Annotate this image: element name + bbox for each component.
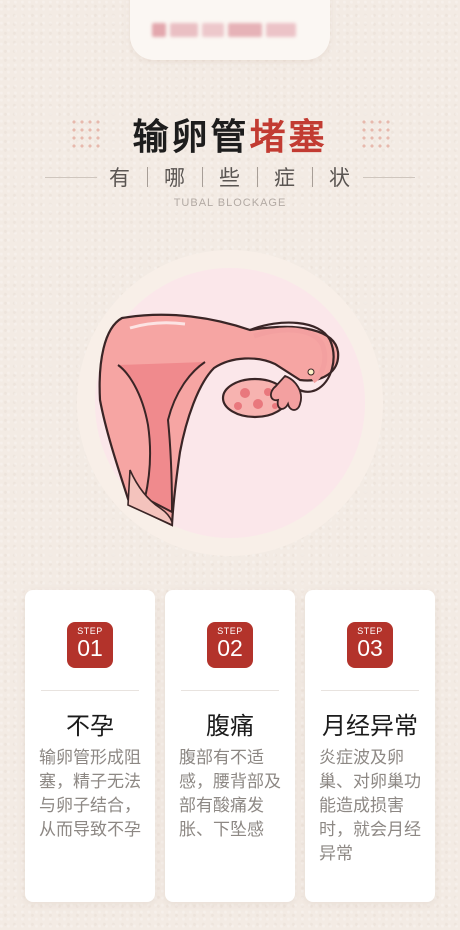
step-badge: STEP 03	[347, 622, 393, 668]
step-badge: STEP 01	[67, 622, 113, 668]
card-description: 炎症波及卵巢、对卵巢功能造成损害时，就会月经异常	[319, 748, 421, 864]
card-divider	[321, 690, 419, 691]
step-number: 01	[77, 635, 103, 661]
card-title: 腹痛	[206, 712, 254, 740]
uterus-illustration	[98, 313, 340, 527]
card-description: 腹部有不适感，腰背部及部有酸痛发胀、下坠感	[179, 748, 281, 840]
card-title: 月经异常	[322, 712, 418, 740]
symptom-card-2: STEP 02 腹痛 腹部有不适感，腰背部及部有酸痛发胀、下坠感	[165, 590, 295, 902]
step-number: 03	[357, 635, 383, 661]
card-description: 输卵管形成阻塞，精子无法与卵子结合，从而导致不孕	[39, 748, 141, 840]
card-title: 不孕	[66, 712, 114, 740]
step-number: 02	[217, 635, 243, 661]
step-badge: STEP 02	[207, 622, 253, 668]
symptom-card-1: STEP 01 不孕 输卵管形成阻塞，精子无法与卵子结合，从而导致不孕	[25, 590, 155, 902]
card-divider	[41, 690, 139, 691]
card-divider	[181, 690, 279, 691]
symptom-card-3: STEP 03 月经异常 炎症波及卵巢、对卵巢功能造成损害时，就会月经异常	[305, 590, 435, 902]
